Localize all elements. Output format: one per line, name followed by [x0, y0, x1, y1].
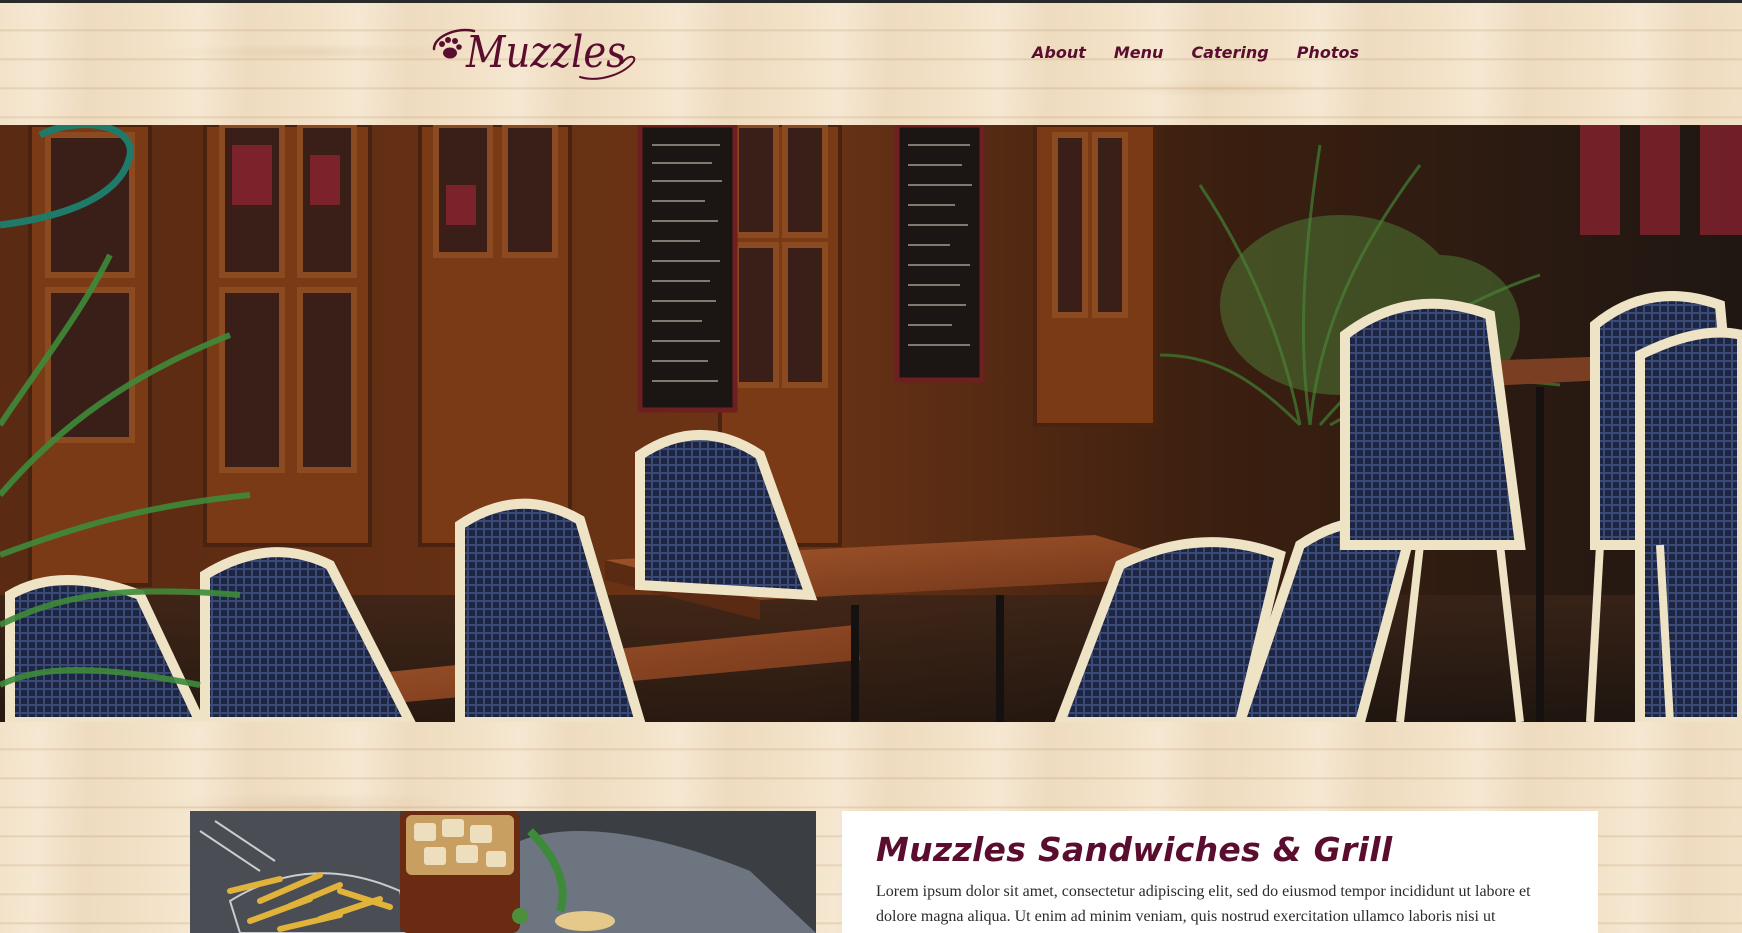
logo-wordmark: Muzzles [465, 27, 626, 78]
intro-body: Lorem ipsum dolor sit amet, consectetur … [876, 883, 1531, 925]
intro-title: Muzzles Sandwiches & Grill [876, 830, 1393, 869]
site-header: Muzzles About Menu Catering Photos [0, 3, 1742, 125]
nav-photos[interactable]: Photos [1297, 43, 1359, 62]
fries-and-drink-photo [190, 811, 816, 933]
cafe-terrace-photo [0, 125, 1742, 722]
main-nav: About Menu Catering Photos [1032, 43, 1359, 62]
paw-print-icon [439, 37, 462, 59]
intro-card: Muzzles Sandwiches & Grill Lorem ipsum d… [842, 811, 1598, 933]
muzzles-logo: Muzzles [432, 27, 636, 80]
nav-about[interactable]: About [1032, 43, 1086, 62]
nav-menu[interactable]: Menu [1114, 43, 1164, 62]
nav-catering[interactable]: Catering [1191, 43, 1268, 62]
food-photo [190, 811, 816, 933]
hero-image [0, 125, 1742, 722]
